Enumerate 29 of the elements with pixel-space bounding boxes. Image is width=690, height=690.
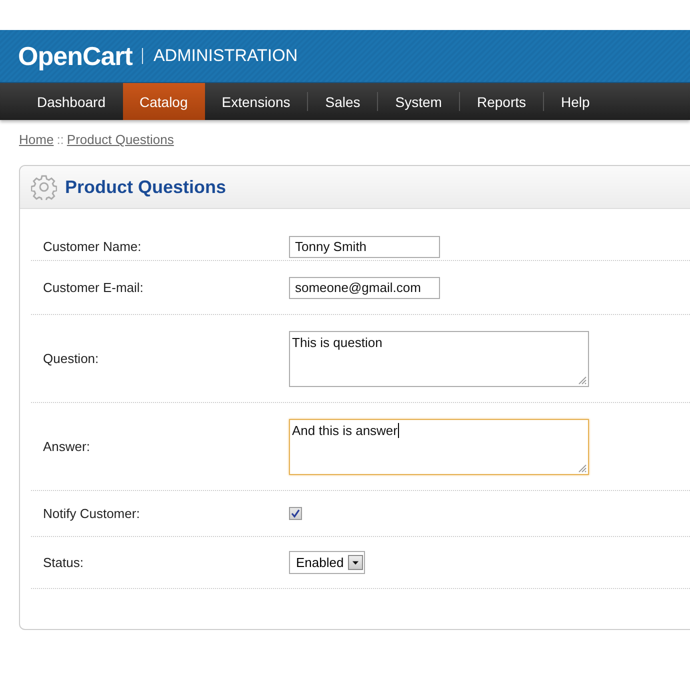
- logo-text: OpenCart: [18, 40, 132, 72]
- caret-icon[interactable]: [348, 555, 363, 570]
- breadcrumb-separator: ::: [56, 132, 64, 147]
- nav-tab[interactable]: Dashboard: [20, 83, 122, 120]
- field-label: Status:: [42, 555, 84, 570]
- breadcrumb-link[interactable]: Home: [19, 132, 54, 147]
- text-area[interactable]: And this is answer: [289, 418, 589, 474]
- checkbox[interactable]: [289, 507, 302, 520]
- nav-tab[interactable]: Sales: [308, 83, 378, 120]
- gear-icon: [31, 174, 57, 200]
- panel-title: Product Questions: [65, 176, 226, 198]
- text-area[interactable]: This is question: [289, 330, 589, 386]
- field-label: Customer Name:: [42, 239, 142, 254]
- field-label: Customer E-mail:: [42, 280, 144, 295]
- nav-tab[interactable]: System: [378, 83, 459, 120]
- resize-grip-icon[interactable]: [578, 464, 587, 472]
- field-label: Answer:: [42, 439, 91, 454]
- field-label: Question:: [42, 351, 100, 366]
- nav-tab[interactable]: Reports: [460, 83, 543, 120]
- field-label: Notify Customer:: [42, 506, 141, 521]
- nav-tab[interactable]: Catalog: [122, 83, 205, 120]
- text-field[interactable]: Tonny Smith: [289, 236, 440, 258]
- header-subtitle: ADMINISTRATION: [142, 48, 298, 64]
- nav-tab[interactable]: Extensions: [204, 83, 308, 120]
- status-select[interactable]: Enabled: [289, 551, 365, 574]
- nav-tab[interactable]: Help: [544, 83, 607, 120]
- breadcrumb-link[interactable]: Product Questions: [66, 132, 174, 147]
- text-field[interactable]: someone@gmail.com: [289, 276, 440, 298]
- resize-grip-icon[interactable]: [578, 376, 587, 384]
